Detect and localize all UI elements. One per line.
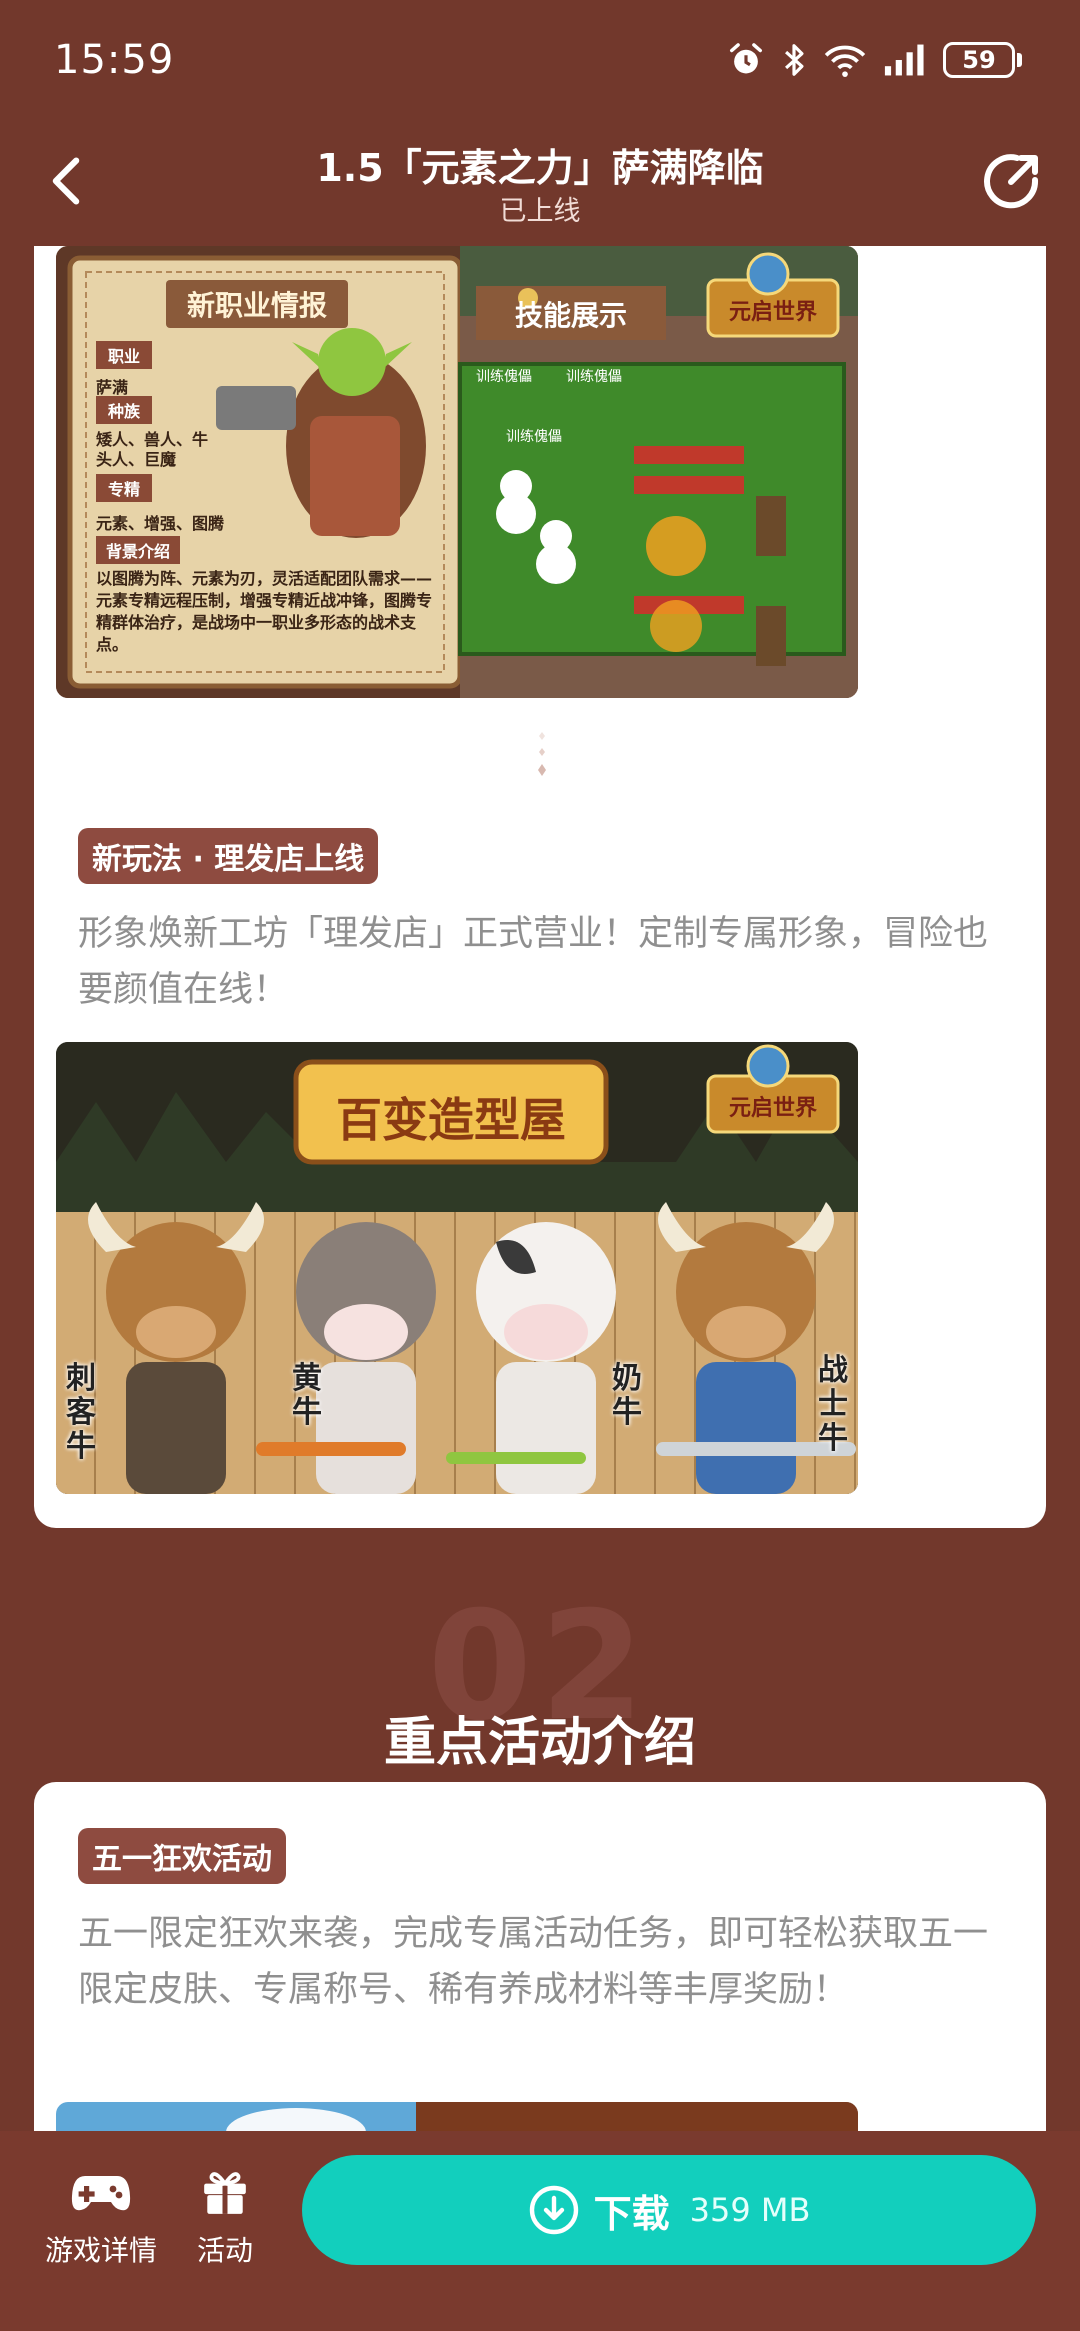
header: 1.5「元素之力」萨满降临 已上线 — [0, 125, 1080, 240]
wifi-icon — [824, 45, 866, 77]
nav-activity-label: 活动 — [196, 2234, 253, 2267]
page-title: 1.5「元素之力」萨满降临 — [316, 146, 764, 190]
dummy-label: 训练傀儡 — [506, 429, 562, 445]
skill-title: 技能展示 — [514, 299, 627, 332]
cow-label-milk: 奶牛 — [612, 1361, 642, 1430]
share-icon — [984, 154, 1039, 209]
section-tag-barbershop: 新玩法 · 理发店上线 — [78, 828, 379, 884]
dummy-label: 训练傀儡 — [476, 369, 532, 385]
content-card-updates: 新职业情报 技能展示 元启世界 职业 萨满 种族 矮人、兽人、牛头人、巨魔 专精… — [34, 246, 1046, 1528]
game-logo: 元启世界 — [728, 300, 817, 325]
download-icon — [529, 2185, 578, 2235]
nav-activity[interactable]: 活动 — [186, 2167, 264, 2269]
bluetooth-icon — [785, 44, 804, 76]
nav-game-details[interactable]: 游戏详情 — [40, 2167, 162, 2269]
section-tag-mayday: 五一狂欢活动 — [78, 1828, 286, 1884]
download-button[interactable]: 下载 359 MB — [302, 2155, 1036, 2265]
status-bar: 15:59 59 — [0, 0, 1080, 120]
styling-house-title: 百变造型屋 — [336, 1093, 566, 1147]
download-size: 359 MB — [689, 2191, 811, 2229]
download-label: 下载 — [593, 2191, 670, 2236]
share-button[interactable] — [980, 147, 1046, 213]
nav-game-details-label: 游戏详情 — [44, 2234, 157, 2267]
gamepad-icon — [71, 2176, 131, 2211]
battery-icon: 59 — [943, 42, 1022, 78]
cow-label-warrior: 战士牛 — [818, 1353, 848, 1456]
signal-icon — [884, 44, 924, 76]
alarm-icon — [730, 43, 762, 74]
cow-label-yellow: 黄牛 — [292, 1361, 322, 1430]
panel-title: 新职业情报 — [186, 289, 327, 322]
section-text-mayday: 五一限定狂欢来袭，完成专属活动任务，即可轻松获取五一限定皮肤、专属称号、稀有养成… — [78, 1914, 989, 2010]
info-label-class: 职业 — [107, 347, 140, 366]
info-label-race: 种族 — [107, 402, 140, 421]
bottom-bar: 游戏详情 活动 下载 359 MB — [0, 2131, 1080, 2331]
status-icons: 59 — [727, 41, 1022, 79]
battery-level: 59 — [943, 42, 1015, 78]
styling-house-image: 百变造型屋 元启世界 刺客牛 黄牛 奶牛 战士牛 — [56, 1042, 858, 1494]
section-title: 重点活动介绍 — [383, 1713, 696, 1773]
section-text-barbershop: 形象焕新工坊「理发店」正式营业！定制专属形象，冒险也要颜值在线！ — [78, 914, 989, 1010]
shaman-class-image: 新职业情报 技能展示 元启世界 职业 萨满 种族 矮人、兽人、牛头人、巨魔 专精… — [56, 246, 858, 698]
info-text-race: 矮人、兽人、牛头人、巨魔 — [96, 430, 209, 469]
divider-dots — [538, 732, 546, 776]
cow-label-assassin: 刺客牛 — [66, 1361, 96, 1464]
page-subtitle: 已上线 — [499, 196, 581, 227]
gift-icon — [204, 2172, 246, 2214]
info-text-bg: 以图腾为阵、元素为刃，灵活适配团队需求——元素专精远程压制，增强专精近战冲锋，图… — [96, 569, 433, 654]
status-time: 15:59 — [54, 37, 175, 83]
info-label-spec: 专精 — [107, 480, 140, 499]
info-label-bg: 背景介绍 — [105, 542, 170, 561]
info-text-class: 萨满 — [96, 378, 129, 397]
info-text-spec: 元素、增强、图腾 — [96, 514, 225, 533]
game-logo: 元启世界 — [728, 1096, 817, 1121]
dummy-label: 训练傀儡 — [566, 369, 622, 385]
